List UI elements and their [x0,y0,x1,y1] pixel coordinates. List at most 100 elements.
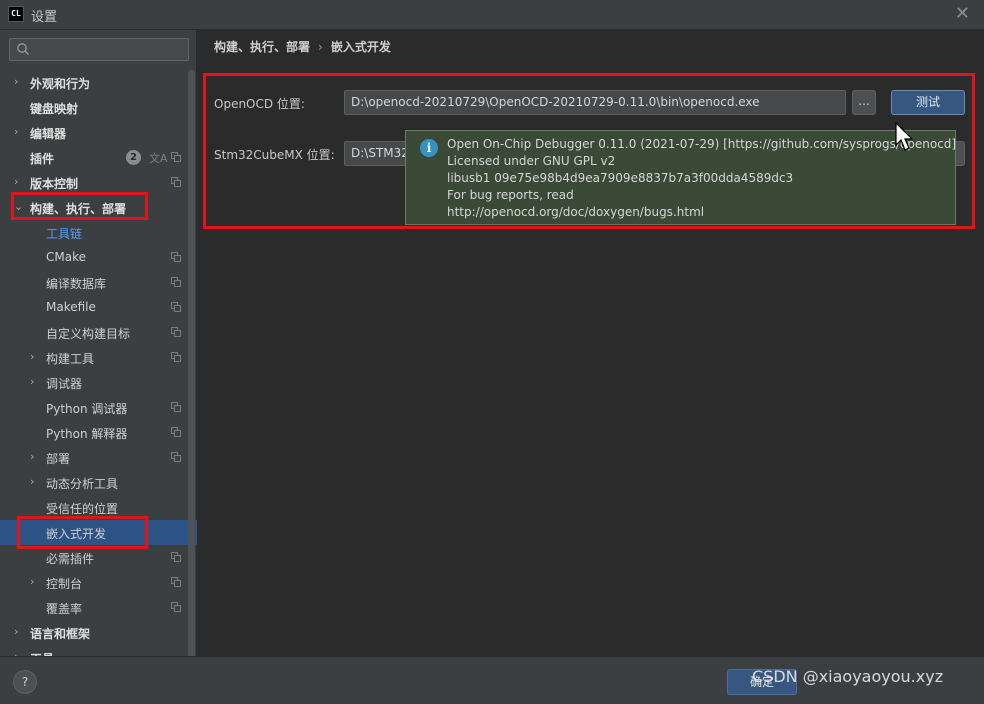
sidebar-item-label: 控制台 [46,577,83,591]
project-level-icon [171,152,181,162]
sidebar-item-label: Python 调试器 [46,402,128,416]
sidebar-item[interactable]: 必需插件 [0,545,197,570]
settings-content: 构建、执行、部署 › 嵌入式开发 OpenOCD 位置: D:\openocd-20… [198,30,984,656]
sidebar-item-label: 版本控制 [30,177,79,191]
title-bar: CL 设置 ✕ [0,0,984,30]
chevron-right-icon[interactable]: › [14,76,24,88]
openocd-location-label: OpenOCD 位置: [214,97,305,111]
chevron-right-icon[interactable]: › [30,351,40,363]
chevron-right-icon[interactable]: › [30,476,40,488]
openocd-info-popup: i Open On-Chip Debugger 0.11.0 (2021-07-… [405,130,956,225]
chevron-down-icon[interactable]: ⌄ [14,201,24,213]
settings-sidebar: › 外观和行为键盘映射 › 编辑器插件 2 文A › 版本控制 ⌄ 构建、执行、部署工具链 CMak… [0,30,197,670]
sidebar-item[interactable]: › 外观和行为 [0,70,197,95]
breadcrumb: 构建、执行、部署 › 嵌入式开发 [214,38,391,55]
sidebar-item-label: 构建、执行、部署 [30,202,127,216]
sidebar-item[interactable]: 嵌入式开发 [0,520,197,545]
project-level-icon [171,577,181,587]
sidebar-item[interactable]: › 版本控制 [0,170,197,195]
sidebar-item[interactable]: CMake [0,245,197,270]
project-level-icon [171,352,181,362]
watermark: CSDN @xiaoyaoyou.xyz [752,667,944,686]
sidebar-item[interactable]: › 编辑器 [0,120,197,145]
sidebar-item-label: 插件 [30,152,55,166]
sidebar-item-label: 自定义构建目标 [46,327,131,341]
sidebar-item[interactable]: › 动态分析工具 [0,470,197,495]
project-level-icon [171,402,181,412]
sidebar-item-label: 调试器 [46,377,83,391]
sidebar-item[interactable]: 自定义构建目标 [0,320,197,345]
project-level-icon [171,452,181,462]
update-count-badge: 2 [126,150,141,165]
popup-line: Licensed under GNU GPL v2 [447,154,616,168]
project-level-icon [171,252,181,262]
chevron-right-icon[interactable]: › [30,451,40,463]
sidebar-scrollbar[interactable] [188,70,195,670]
sidebar-item-label: 覆盖率 [46,602,83,616]
sidebar-item-label: 外观和行为 [30,77,91,91]
search-input[interactable] [34,39,184,60]
sidebar-item[interactable]: 插件 2 文A [0,145,197,170]
close-icon[interactable]: ✕ [955,3,970,24]
sidebar-item[interactable]: Python 解释器 [0,420,197,445]
chevron-right-icon[interactable]: › [30,376,40,388]
sidebar-item-label: 必需插件 [46,552,95,566]
sidebar-item[interactable]: 编译数据库 [0,270,197,295]
sidebar-item[interactable]: 键盘映射 [0,95,197,120]
sidebar-item[interactable]: 工具链 [0,220,197,245]
sidebar-item-label: CMake [46,250,86,264]
help-button[interactable]: ? [13,670,37,694]
openocd-path-field[interactable]: D:\openocd-20210729\OpenOCD-20210729-0.1… [344,90,846,115]
sidebar-item[interactable]: › 部署 [0,445,197,470]
test-button[interactable]: 测试 [891,90,965,115]
sidebar-item-label: 工具链 [46,227,83,241]
translate-icon: 文A [149,152,168,165]
popup-line: Open On-Chip Debugger 0.11.0 (2021-07-29… [447,137,957,151]
mouse-cursor-icon [895,122,914,151]
sidebar-item[interactable]: › 语言和框架 [0,620,197,645]
stm32cubemx-location-label: Stm32CubeMX 位置: [214,148,335,162]
breadcrumb-parent[interactable]: 构建、执行、部署 [214,40,310,54]
dialog-footer: ? 确定 CSDN @xiaoyaoyou.xyz [0,656,984,704]
sidebar-item-label: 部署 [46,452,71,466]
chevron-right-icon[interactable]: › [30,576,40,588]
project-level-icon [171,552,181,562]
info-icon: i [420,139,438,157]
popup-line: For bug reports, read [447,188,574,202]
project-level-icon [171,427,181,437]
project-level-icon [171,177,181,187]
chevron-right-icon[interactable]: › [14,176,24,188]
sidebar-item-label: 编辑器 [30,127,67,141]
sidebar-item-label: 语言和框架 [30,627,91,641]
sidebar-item[interactable]: Makefile [0,295,197,320]
sidebar-item-label: 动态分析工具 [46,477,119,491]
window-title: 设置 [31,10,58,25]
sidebar-item[interactable]: Python 调试器 [0,395,197,420]
sidebar-item[interactable]: › 调试器 [0,370,197,395]
sidebar-item[interactable]: ⌄ 构建、执行、部署 [0,195,197,220]
sidebar-item[interactable]: 覆盖率 [0,595,197,620]
project-level-icon [171,302,181,312]
sidebar-item[interactable]: › 构建工具 [0,345,197,370]
project-level-icon [171,327,181,337]
sidebar-item-label: 受信任的位置 [46,502,119,516]
openocd-browse-button[interactable]: ... [852,90,876,115]
breadcrumb-separator: › [318,40,323,54]
popup-line: libusb1 09e75e98b4d9ea7909e8837b7a3f00dd… [447,171,794,185]
sidebar-item-label: Python 解释器 [46,427,128,441]
chevron-right-icon[interactable]: › [14,626,24,638]
chevron-right-icon[interactable]: › [14,126,24,138]
sidebar-item[interactable]: › 控制台 [0,570,197,595]
settings-search[interactable] [9,38,189,61]
project-level-icon [171,277,181,287]
sidebar-item-label: Makefile [46,300,96,314]
project-level-icon [171,602,181,612]
sidebar-item-label: 编译数据库 [46,277,107,291]
breadcrumb-current: 嵌入式开发 [330,40,391,54]
sidebar-item-label: 键盘映射 [30,102,79,116]
sidebar-item[interactable]: 受信任的位置 [0,495,197,520]
app-logo-icon: CL [8,6,24,22]
search-icon [17,43,29,55]
sidebar-item-label: 嵌入式开发 [46,527,107,541]
popup-line: http://openocd.org/doc/doxygen/bugs.html [447,205,705,219]
